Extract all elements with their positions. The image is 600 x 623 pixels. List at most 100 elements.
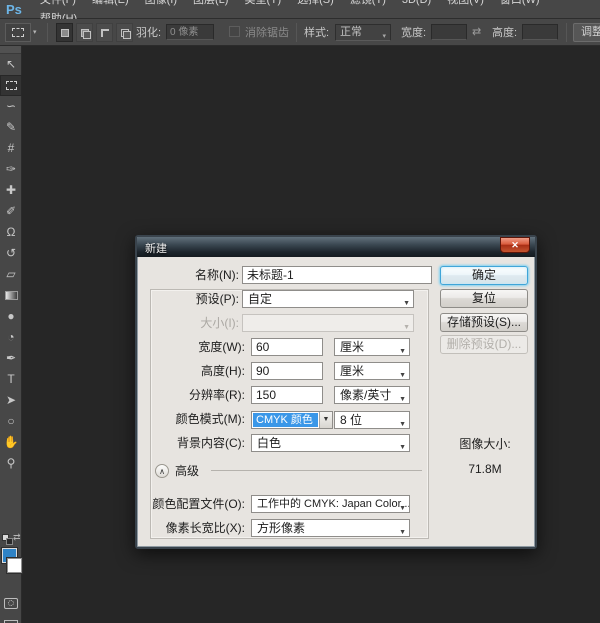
color-profile-dropdown[interactable]: 工作中的 CMYK: Japan Color ...▼ — [251, 495, 410, 513]
default-colors-icon2 — [6, 538, 13, 545]
quick-selection-tool[interactable]: ✎ — [0, 117, 22, 138]
add-to-selection-button[interactable] — [76, 23, 93, 42]
dodge-icon: ◔ — [7, 330, 14, 344]
background-color-swatch[interactable] — [7, 558, 22, 573]
options-bar: ▾ 羽化: 0 像素 消除锯齿 样式: 正常▾ 宽度: ⇄ 高度: 调整边缘 — [0, 19, 600, 46]
dialog-title-bar[interactable]: 新建 ✕ — [137, 237, 535, 257]
preset-dropdown[interactable]: 自定▼ — [242, 290, 414, 308]
save-preset-button[interactable]: 存储预设(S)... — [440, 313, 528, 332]
pixel-aspect-dropdown[interactable]: 方形像素 ▼ — [251, 519, 410, 537]
new-selection-button[interactable] — [56, 23, 73, 42]
antialias-checkbox[interactable] — [229, 26, 240, 37]
menu-item[interactable]: 编辑(E) — [84, 0, 137, 6]
swap-colors-icon[interactable]: ⇄ — [13, 532, 21, 543]
type-icon: T — [7, 372, 14, 386]
toolbox-grip[interactable] — [0, 46, 21, 54]
menu-bar: Ps 文件(F)编辑(E)图像(I)图层(L)类型(Y)选择(S)滤镜(T)3D… — [0, 0, 600, 19]
width-unit-value: 厘米 — [340, 340, 364, 354]
eyedropper-tool[interactable]: ✑ — [0, 159, 22, 180]
new-document-dialog: 新建 ✕ 名称(N): 未标题-1 预设(P): 自定▼ 大小(I): ▼ 宽度… — [135, 235, 537, 549]
advanced-divider — [211, 470, 422, 471]
width-unit-dropdown[interactable]: 厘米▼ — [334, 338, 410, 356]
ellipse-icon: ○ — [7, 414, 14, 428]
screen-mode-button[interactable] — [0, 616, 22, 623]
chevron-down-icon[interactable]: ▼ — [319, 412, 332, 428]
separator — [296, 23, 297, 42]
image-size-value: 71.8M — [435, 462, 535, 476]
width-input[interactable] — [431, 24, 467, 40]
width-label: 宽度: — [401, 25, 426, 41]
history-brush-icon: ↺ — [6, 246, 16, 260]
blur-tool[interactable]: ● — [0, 306, 22, 327]
feather-label: 羽化: — [136, 25, 161, 41]
bit-depth-dropdown[interactable]: 8 位▼ — [334, 411, 410, 429]
ellipse-tool[interactable]: ○ — [0, 411, 22, 432]
menu-item[interactable]: 文件(F) — [32, 0, 84, 6]
dodge-tool[interactable]: ◔ — [0, 327, 22, 348]
close-button[interactable]: ✕ — [500, 237, 530, 253]
resolution-input[interactable]: 150 — [251, 386, 323, 404]
height-unit-dropdown[interactable]: 厘米▼ — [334, 362, 410, 380]
blur-icon: ● — [7, 309, 14, 323]
menu-item[interactable]: 图层(L) — [185, 0, 236, 6]
antialias-label: 消除锯齿 — [245, 25, 289, 41]
subtract-from-selection-button[interactable] — [96, 23, 113, 42]
refine-edge-button[interactable]: 调整边缘 — [573, 23, 600, 42]
lasso-icon: ∽ — [6, 99, 16, 113]
height-input[interactable]: 90 — [251, 362, 323, 380]
move-tool[interactable]: ↖ — [0, 54, 22, 75]
color-mode-dropdown[interactable]: CMYK 颜色 ▼ — [251, 411, 333, 429]
eraser-tool[interactable]: ▱ — [0, 264, 22, 285]
menu-item[interactable]: 3D(D) — [394, 0, 439, 6]
menu-item[interactable]: 类型(Y) — [236, 0, 289, 6]
menu-item[interactable]: 窗口(W) — [492, 0, 548, 6]
clone-stamp-icon: Ω — [7, 225, 16, 239]
chevron-down-icon: ▼ — [399, 501, 406, 513]
clone-stamp-tool[interactable]: Ω — [0, 222, 22, 243]
name-input[interactable]: 未标题-1 — [242, 266, 432, 284]
tool-preset-button[interactable] — [5, 23, 31, 42]
reset-button[interactable]: 复位 — [440, 289, 528, 308]
background-contents-dropdown[interactable]: 白色▼ — [251, 434, 410, 452]
swap-dimensions-icon[interactable]: ⇄ — [472, 24, 481, 40]
pixel-aspect-value: 方形像素 — [257, 521, 305, 535]
tool-preset-dropdown-icon[interactable]: ▾ — [33, 28, 37, 36]
chevron-down-icon: ▼ — [403, 320, 410, 332]
intersect-selection-button[interactable] — [116, 23, 133, 42]
menu-item[interactable]: 图像(I) — [137, 0, 185, 6]
separator — [47, 23, 48, 42]
resolution-unit-value: 像素/英寸 — [340, 388, 391, 402]
width-input[interactable]: 60 — [251, 338, 323, 356]
height-input[interactable] — [522, 24, 558, 40]
zoom-tool[interactable]: ⚲ — [0, 453, 22, 474]
gradient-tool[interactable] — [0, 285, 22, 306]
subtract-selection-icon — [101, 29, 109, 37]
pen-tool[interactable]: ✒ — [0, 348, 22, 369]
menu-item[interactable]: 滤镜(T) — [342, 0, 394, 6]
healing-brush-tool[interactable]: ✚ — [0, 180, 22, 201]
chevron-down-icon: ▼ — [399, 392, 406, 404]
width-label: 宽度(W): — [137, 338, 245, 356]
rectangular-marquee-tool[interactable] — [0, 75, 22, 96]
crop-tool[interactable]: # — [0, 138, 22, 159]
lasso-tool[interactable]: ∽ — [0, 96, 22, 117]
menu-item[interactable]: 选择(S) — [289, 0, 342, 6]
eraser-icon: ▱ — [6, 267, 15, 281]
new-selection-icon — [61, 29, 69, 37]
tools-list: ↖ ∽ ✎#✑✚ ✐ Ω ↺ ▱ ● ◔ ✒ T ➤ ○ ✋⚲ — [0, 54, 21, 474]
menu-item[interactable]: 视图(V) — [439, 0, 492, 6]
style-dropdown[interactable]: 正常▾ — [335, 24, 391, 41]
history-brush-tool[interactable]: ↺ — [0, 243, 22, 264]
resolution-unit-dropdown[interactable]: 像素/英寸 ▼ — [334, 386, 410, 404]
brush-icon: ✐ — [6, 204, 16, 218]
advanced-toggle-button[interactable]: ∧ — [155, 464, 169, 478]
brush-tool[interactable]: ✐ — [0, 201, 22, 222]
ok-button[interactable]: 确定 — [440, 266, 528, 285]
chevron-down-icon: ▼ — [399, 525, 406, 537]
hand-tool[interactable]: ✋ — [0, 432, 22, 453]
path-selection-tool[interactable]: ➤ — [0, 390, 22, 411]
photoshop-logo: Ps — [6, 2, 22, 17]
type-tool[interactable]: T — [0, 369, 22, 390]
quick-mask-button[interactable] — [0, 594, 22, 616]
feather-input[interactable]: 0 像素 — [166, 24, 214, 40]
